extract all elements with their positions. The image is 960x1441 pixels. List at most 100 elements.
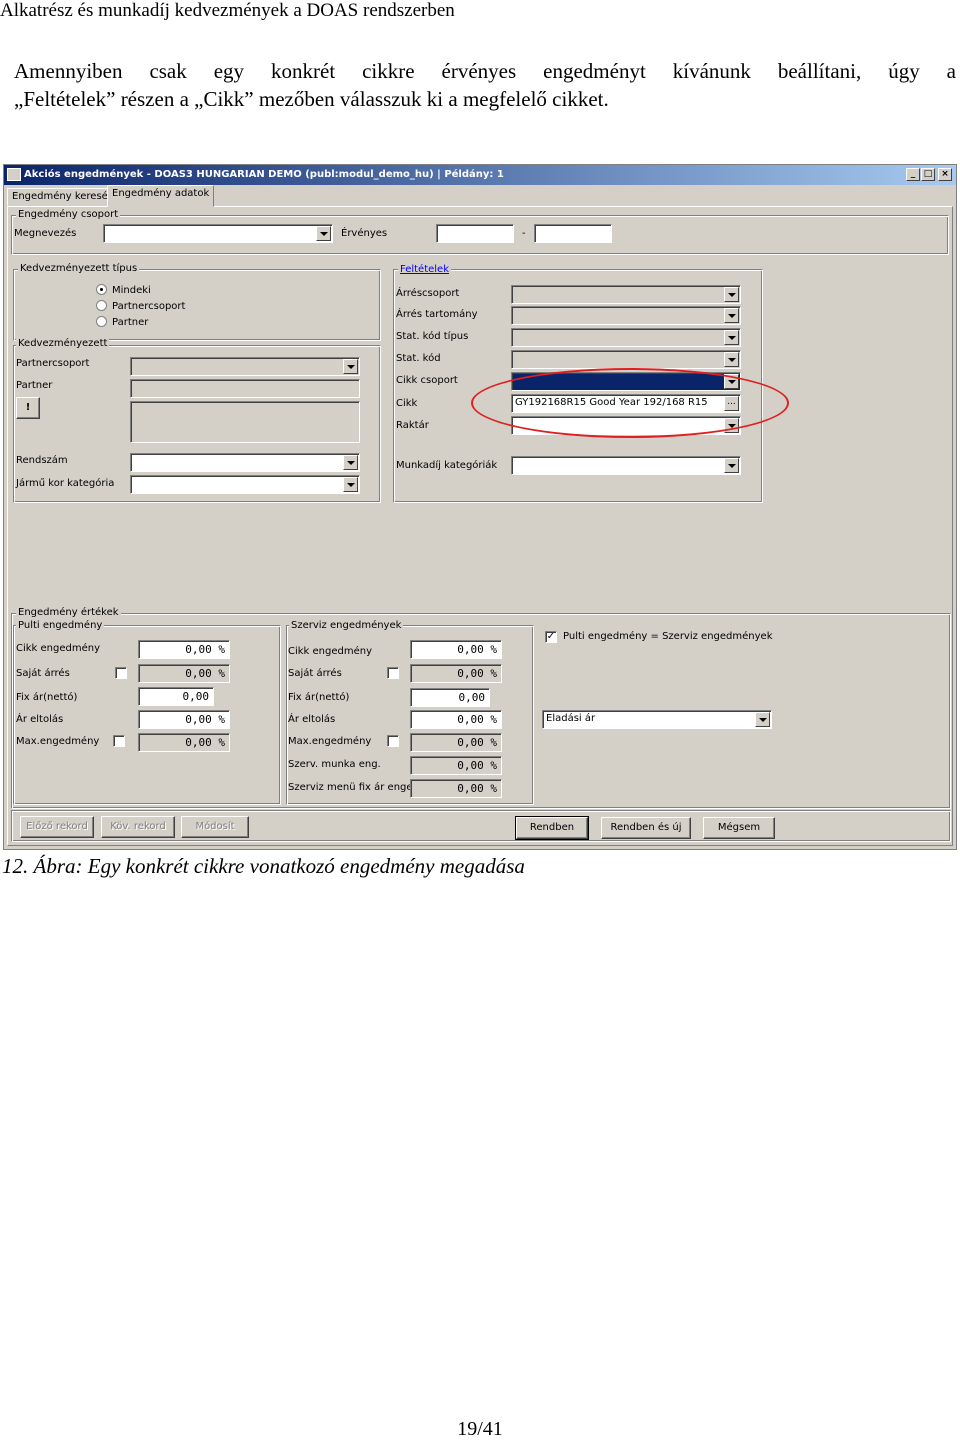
chevron-down-icon[interactable]: [724, 308, 739, 323]
megnevezes-select[interactable]: [103, 224, 333, 243]
ok-and-new-button[interactable]: Rendben és új: [601, 817, 691, 839]
ervenyes-from-field[interactable]: [436, 224, 514, 243]
group-pulti-legend: Pulti engedmény: [16, 620, 105, 631]
maximize-button[interactable]: □: [921, 168, 935, 181]
szerviz-cikk-field[interactable]: 0,00 %: [410, 640, 502, 659]
page-number: 19/41: [457, 1418, 503, 1440]
raktar-label: Raktár: [396, 420, 429, 431]
szerviz-eltolas-label: Ár eltolás: [288, 714, 336, 725]
radio-mindeki[interactable]: [96, 284, 107, 295]
figure-caption: 12. Ábra: Egy konkrét cikkre vonatkozó e…: [2, 854, 525, 878]
eladasi-ar-select[interactable]: Eladási ár: [542, 710, 772, 729]
pulti-sajat-checkbox[interactable]: [115, 667, 127, 679]
tab-engedmeny-adatok[interactable]: Engedmény adatok: [107, 185, 215, 207]
title-bar: Akciós engedmények - DOAS3 HUNGARIAN DEM…: [4, 165, 956, 185]
rendszam-label: Rendszám: [16, 455, 68, 466]
rendszam-select[interactable]: [130, 453, 360, 472]
modify-button[interactable]: Módosít: [181, 816, 249, 838]
pulti-sajat-field[interactable]: 0,00 %: [138, 664, 230, 683]
app-window: Akciós engedmények - DOAS3 HUNGARIAN DEM…: [3, 164, 957, 850]
chevron-down-icon[interactable]: [724, 287, 739, 302]
pulti-eq-szerviz-label: Pulti engedmény = Szerviz engedmények: [563, 631, 773, 642]
document-header: Alkatrész és munkadíj kedvezmények a DOA…: [0, 0, 455, 21]
partnercsoport-select[interactable]: [130, 357, 360, 376]
ervenyes-label: Érvényes: [341, 228, 388, 239]
minimize-button[interactable]: _: [906, 168, 920, 181]
arres-tartomany-label: Árrés tartomány: [396, 309, 478, 320]
szerviz-max-label: Max.engedmény: [288, 736, 372, 747]
chevron-down-icon[interactable]: [724, 330, 739, 345]
pulti-cikk-label: Cikk engedmény: [16, 643, 101, 654]
radio-partnercsoport[interactable]: [96, 300, 107, 311]
window-title: Akciós engedmények - DOAS3 HUNGARIAN DEM…: [24, 169, 504, 180]
feltetelek-link[interactable]: Feltételek: [398, 264, 452, 275]
next-record-button[interactable]: Köv. rekord: [101, 816, 175, 838]
szerviz-munka-field[interactable]: 0,00 %: [410, 756, 502, 775]
munkadij-kategoriak-select[interactable]: [511, 456, 741, 475]
radio-partner[interactable]: [96, 316, 107, 327]
szerviz-sajat-checkbox[interactable]: [387, 667, 399, 679]
pulti-max-checkbox[interactable]: [113, 735, 125, 747]
partner-field[interactable]: [130, 379, 360, 398]
pulti-max-label: Max.engedmény: [16, 736, 100, 747]
group-kedv-tipus-legend: Kedvezményezett típus: [18, 263, 140, 274]
radio-partnercsoport-label: Partnercsoport: [112, 301, 186, 312]
arrescsoport-label: Árréscsoport: [396, 288, 460, 299]
chevron-down-icon[interactable]: [343, 359, 358, 374]
chevron-down-icon[interactable]: [316, 226, 331, 241]
megnevezes-label: Megnevezés: [14, 228, 77, 239]
tab-engedmeny-kereses[interactable]: Engedmény keresés: [7, 188, 119, 206]
szerviz-max-checkbox[interactable]: [387, 735, 399, 747]
ok-button[interactable]: Rendben: [515, 816, 589, 840]
szerviz-fix-field[interactable]: 0,00: [410, 688, 490, 707]
pulti-max-field[interactable]: 0,00 %: [138, 733, 230, 752]
pulti-sajat-label: Saját árrés: [16, 668, 70, 679]
prev-record-button[interactable]: Előző rekord: [20, 816, 94, 838]
arrescsoport-select[interactable]: [511, 285, 741, 304]
stat-kod-tipus-select[interactable]: [511, 328, 741, 347]
partner-alert-button[interactable]: !: [16, 397, 40, 419]
jarmu-kor-select[interactable]: [130, 475, 360, 494]
stat-kod-select[interactable]: [511, 350, 741, 369]
pulti-eq-szerviz-checkbox[interactable]: ✓: [545, 631, 557, 643]
radio-partner-label: Partner: [112, 317, 149, 328]
partner-label: Partner: [16, 380, 53, 391]
arres-tartomany-select[interactable]: [511, 306, 741, 325]
szerviz-munka-label: Szerv. munka eng.: [288, 759, 381, 770]
cancel-button[interactable]: Mégsem: [703, 817, 775, 839]
szerviz-menu-label: Szerviz menü fix ár engedm: [288, 782, 410, 793]
munkadij-kategoriak-label: Munkadíj kategóriák: [396, 460, 498, 471]
szerviz-eltolas-field[interactable]: 0,00 %: [410, 710, 502, 729]
close-button[interactable]: ×: [938, 168, 952, 181]
ervenyes-dash: -: [522, 228, 526, 239]
eladasi-ar-value: Eladási ár: [546, 713, 596, 724]
pulti-eltolas-label: Ár eltolás: [16, 714, 64, 725]
partnercsoport-label: Partnercsoport: [16, 358, 90, 369]
cikk-csoport-label: Cikk csoport: [396, 375, 458, 386]
szerviz-fix-label: Fix ár(nettó): [288, 692, 350, 703]
group-kedvezmenyezett-legend: Kedvezményezett: [16, 338, 110, 349]
paragraph-line-2: „Feltételek” részen a „Cikk” mezőben vál…: [14, 87, 609, 111]
cikk-label: Cikk: [396, 398, 418, 409]
pulti-cikk-field[interactable]: 0,00 %: [138, 640, 230, 659]
szerviz-max-field[interactable]: 0,00 %: [410, 733, 502, 752]
szerviz-sajat-label: Saját árrés: [288, 668, 342, 679]
ervenyes-to-field[interactable]: [534, 224, 612, 243]
highlight-ellipse: [471, 368, 789, 438]
chevron-down-icon[interactable]: [343, 455, 358, 470]
szerviz-menu-field[interactable]: 0,00 %: [410, 779, 502, 798]
pulti-fix-field[interactable]: 0,00: [138, 687, 214, 706]
szerviz-sajat-field[interactable]: 0,00 %: [410, 664, 502, 683]
chevron-down-icon[interactable]: [755, 712, 770, 727]
szerviz-cikk-label: Cikk engedmény: [288, 646, 373, 657]
tab-panel: Engedmény csoport Megnevezés Érvényes - …: [7, 206, 953, 846]
partner-details-box: [130, 401, 360, 443]
group-engedmeny-csoport-legend: Engedmény csoport: [16, 209, 121, 220]
chevron-down-icon[interactable]: [724, 352, 739, 367]
chevron-down-icon[interactable]: [724, 458, 739, 473]
stat-kod-tipus-label: Stat. kód típus: [396, 331, 469, 342]
group-szerviz-legend: Szerviz engedmények: [289, 620, 404, 631]
pulti-eltolas-field[interactable]: 0,00 %: [138, 710, 230, 729]
chevron-down-icon[interactable]: [343, 477, 358, 492]
paragraph-line-1: Amennyiben csak egy konkrét cikkre érvén…: [14, 59, 956, 83]
